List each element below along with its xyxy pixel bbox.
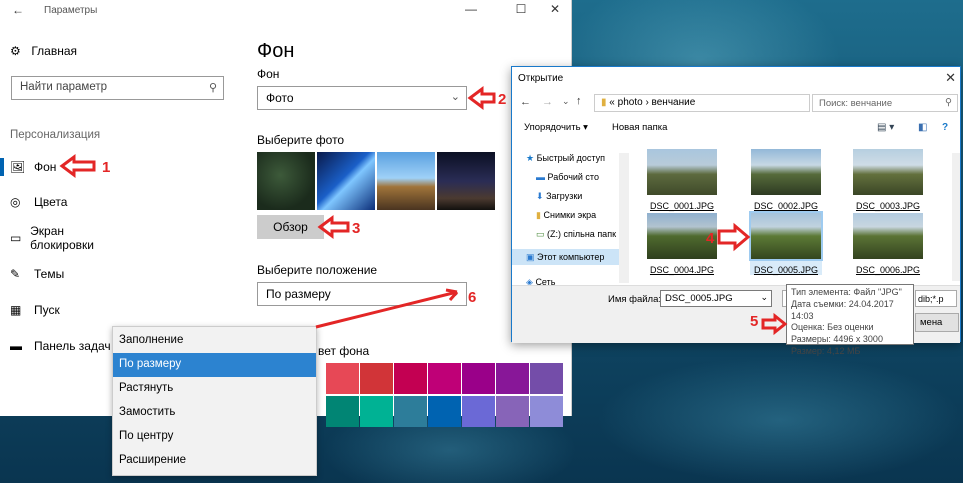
annotation-number: 4 [706,230,715,247]
annotation-number: 2 [498,91,506,108]
annotation-number: 3 [352,220,360,237]
annotation-overlay: 1 2 3 4 5 6 [59,86,788,336]
annotation-number: 5 [750,313,758,330]
annotation-number: 1 [102,159,110,176]
annotation-number: 6 [468,289,476,306]
arrow-1 [59,154,96,178]
arrow-2 [467,86,496,110]
arrow-6-line [315,290,458,329]
arrow-4 [717,222,751,252]
arrow-5 [761,312,788,336]
arrow-3 [317,215,350,239]
